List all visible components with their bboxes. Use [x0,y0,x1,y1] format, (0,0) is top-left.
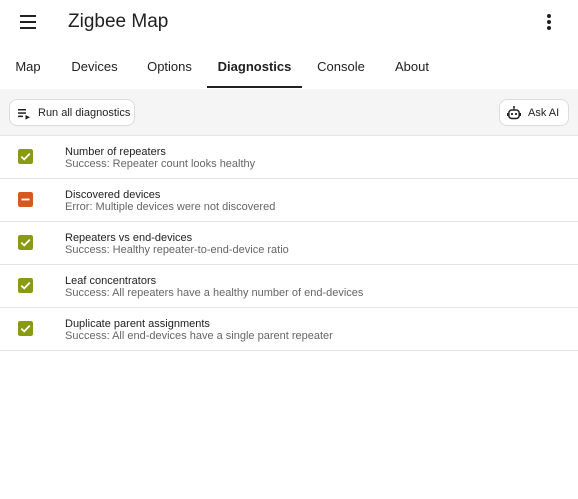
tab-map[interactable]: Map [8,44,48,89]
tab-diagnostics[interactable]: Diagnostics [207,44,302,89]
ask-ai-button[interactable]: Ask AI [499,99,569,126]
ask-ai-label: Ask AI [528,106,560,119]
diagnostics-toolbar: Run all diagnostics Ask AI [0,89,578,136]
run-all-diagnostics-button[interactable]: Run all diagnostics [9,99,135,126]
diagnostic-detail: Success: Healthy repeater-to-end-device … [65,244,289,256]
diagnostic-item: Duplicate parent assignments Success: Al… [0,308,578,351]
diagnostic-item: Discovered devices Error: Multiple devic… [0,179,578,222]
tab-about[interactable]: About [388,44,436,89]
more-vert-icon[interactable] [538,10,560,34]
run-all-diagnostics-label: Run all diagnostics [38,106,131,119]
checkbox-checked-icon[interactable] [18,235,33,250]
robot-icon [507,105,521,119]
diagnostic-detail: Success: All repeaters have a healthy nu… [65,287,364,299]
diagnostic-detail: Error: Multiple devices were not discove… [65,201,276,213]
diagnostics-list: Number of repeaters Success: Repeater co… [0,136,578,351]
playlist-play-icon [18,108,30,120]
tab-options[interactable]: Options [141,44,198,89]
checkbox-checked-icon[interactable] [18,321,33,336]
diagnostic-item: Number of repeaters Success: Repeater co… [0,136,578,179]
tab-devices[interactable]: Devices [66,44,123,89]
diagnostic-detail: Success: Repeater count looks healthy [65,158,256,170]
checkbox-indeterminate-icon[interactable] [18,192,33,207]
checkbox-checked-icon[interactable] [18,278,33,293]
diagnostic-detail: Success: All end-devices have a single p… [65,330,333,342]
menu-icon[interactable] [16,10,42,34]
diagnostic-item: Leaf concentrators Success: All repeater… [0,265,578,308]
app-bar: Zigbee Map [0,0,578,44]
tab-bar: Map Devices Options Diagnostics Console … [0,44,578,89]
active-tab-indicator [207,86,302,88]
app-title: Zigbee Map [68,11,169,32]
checkbox-checked-icon[interactable] [18,149,33,164]
tab-console[interactable]: Console [312,44,370,89]
diagnostic-item: Repeaters vs end-devices Success: Health… [0,222,578,265]
